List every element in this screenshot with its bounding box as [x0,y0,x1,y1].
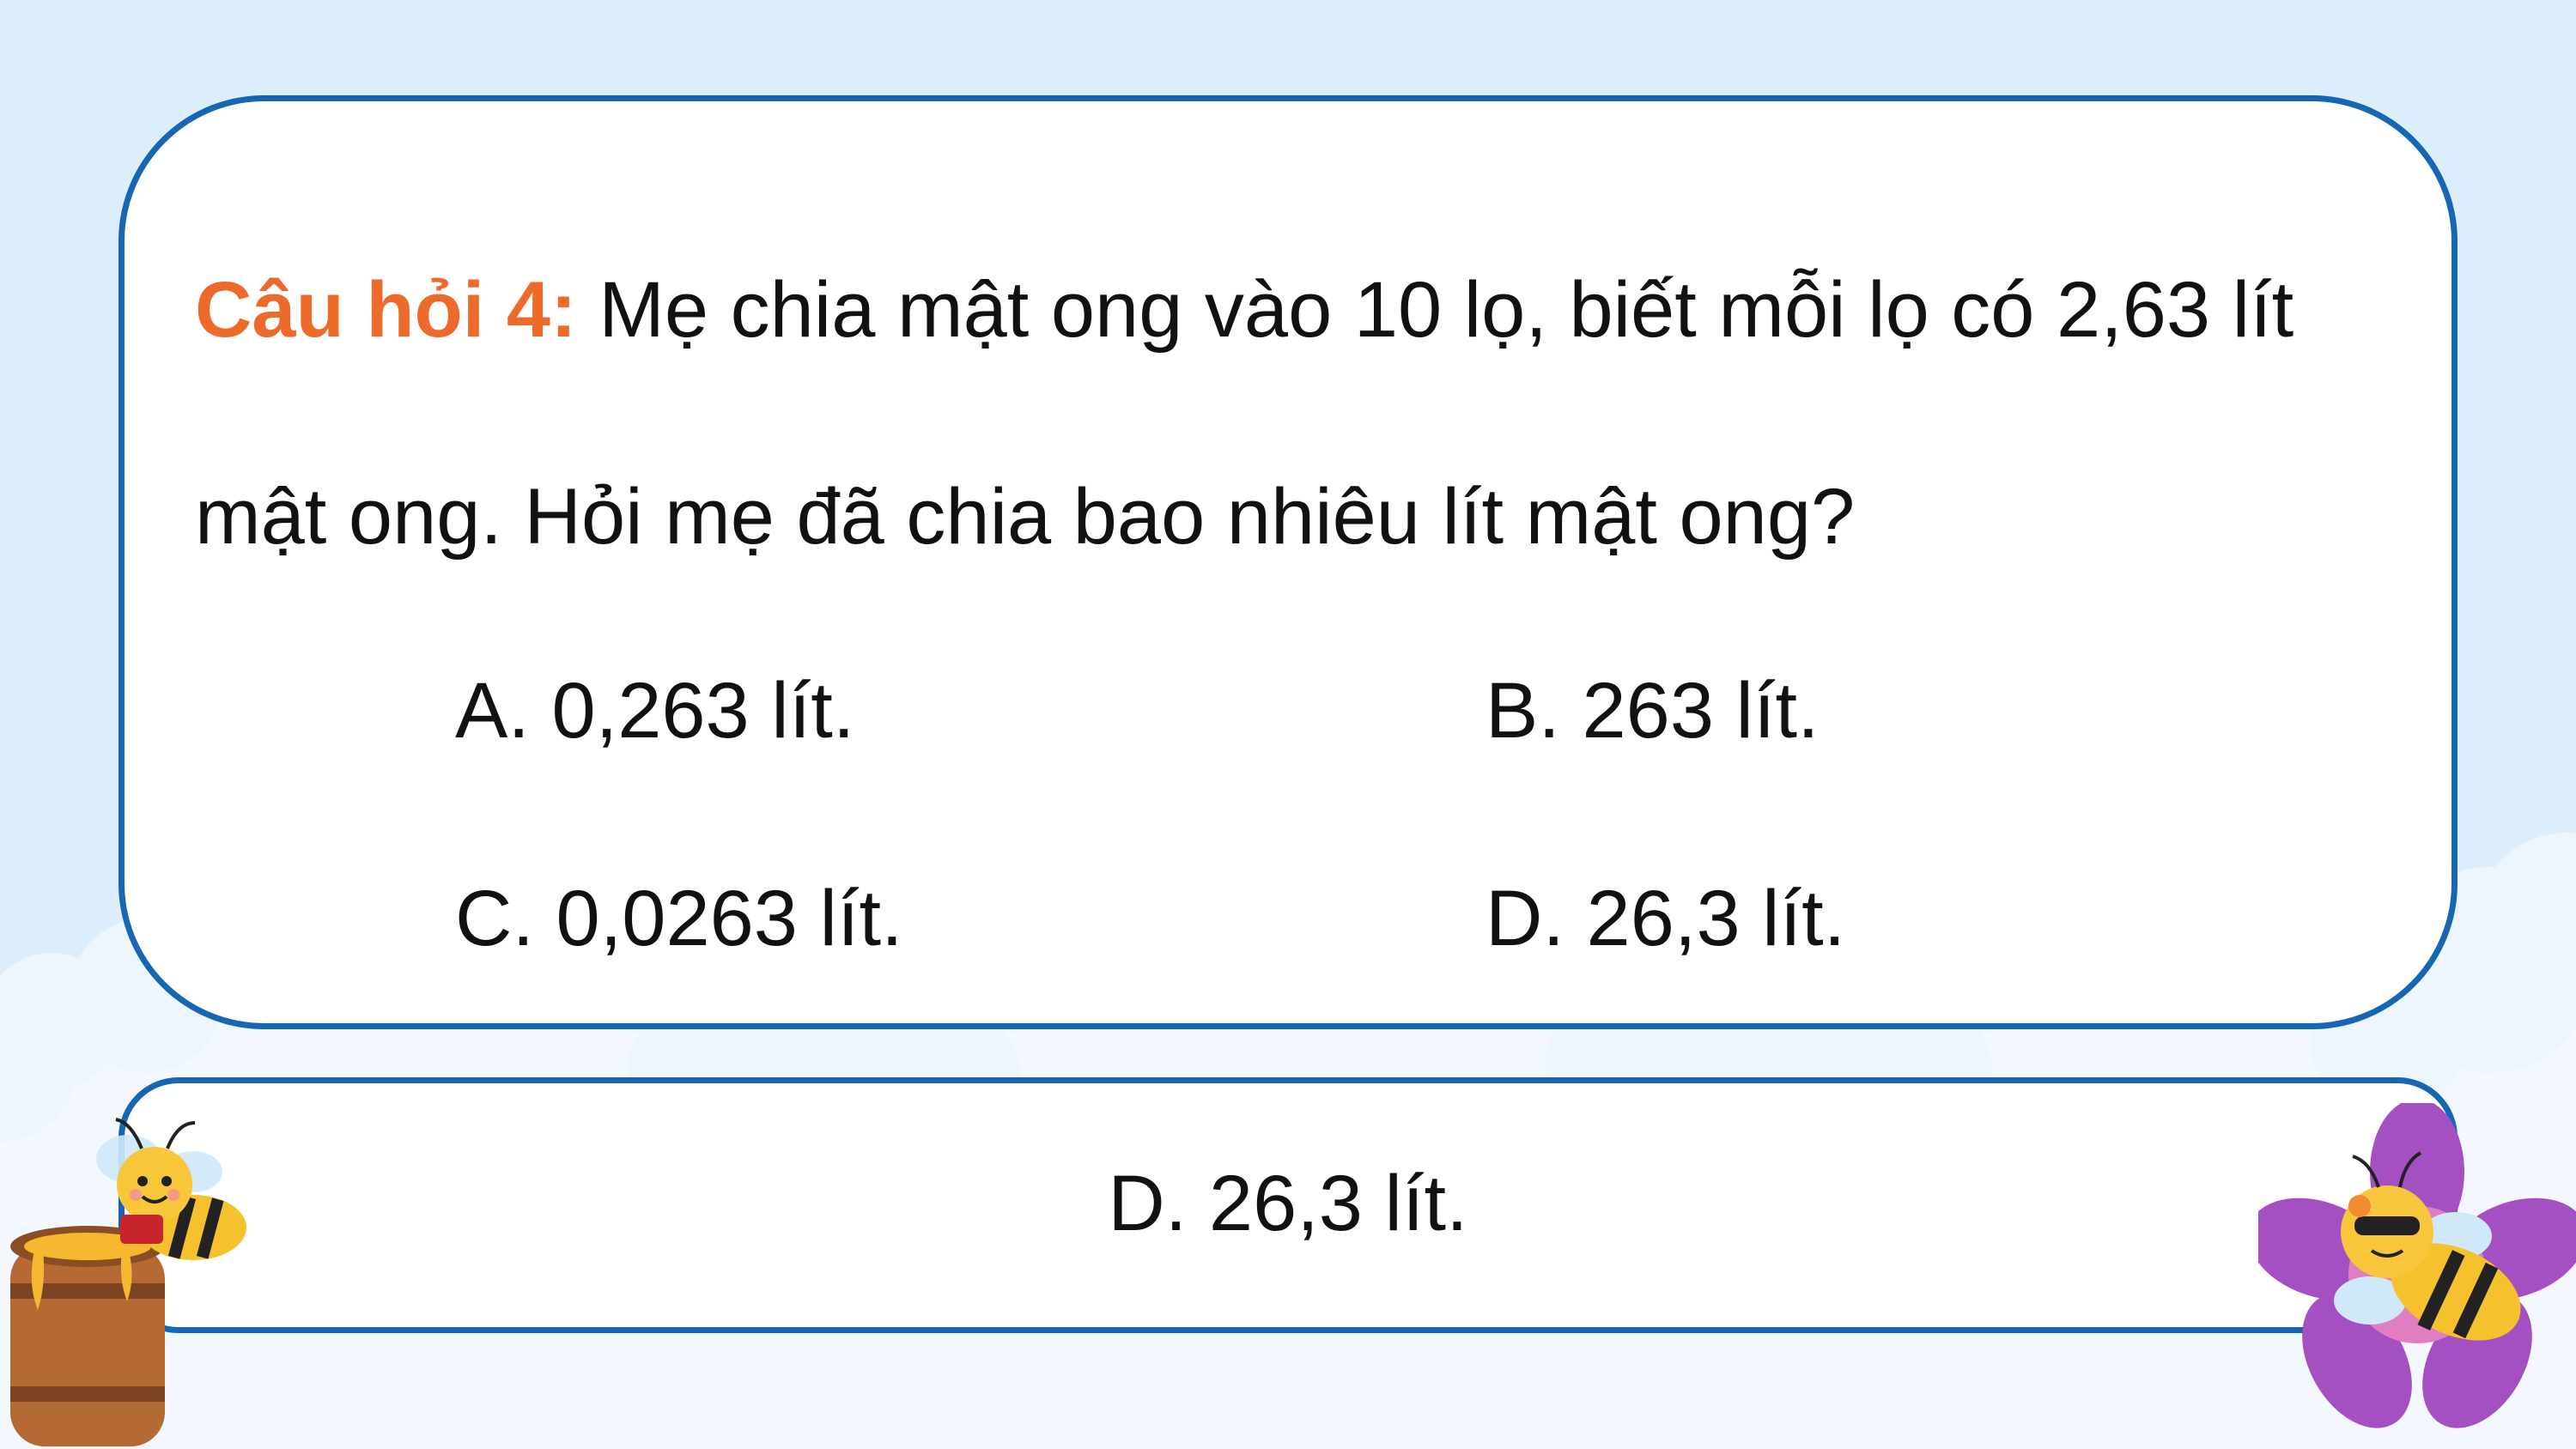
bee-with-barrel-decoration [10,1118,246,1446]
option-a[interactable]: A. 0,263 lít. [455,664,854,758]
flower-with-bee-decoration [2258,1103,2576,1428]
option-c[interactable]: C. 0,0263 lít. [455,871,903,966]
answer-text: D. 26,3 lít. [1108,1160,1468,1247]
option-d[interactable]: D. 26,3 lít. [1485,871,1845,966]
question-label: Câu hỏi 4: [195,266,577,354]
question-text: Câu hỏi 4: Mẹ chia mật ong vào 10 lọ, bi… [195,207,2410,621]
answer-card: D. 26,3 lít. [118,1077,2458,1333]
honey-barrel-icon [10,1226,165,1446]
question-card: Câu hỏi 4: Mẹ chia mật ong vào 10 lọ, bi… [118,95,2458,1029]
option-b[interactable]: B. 263 lít. [1485,664,1820,758]
